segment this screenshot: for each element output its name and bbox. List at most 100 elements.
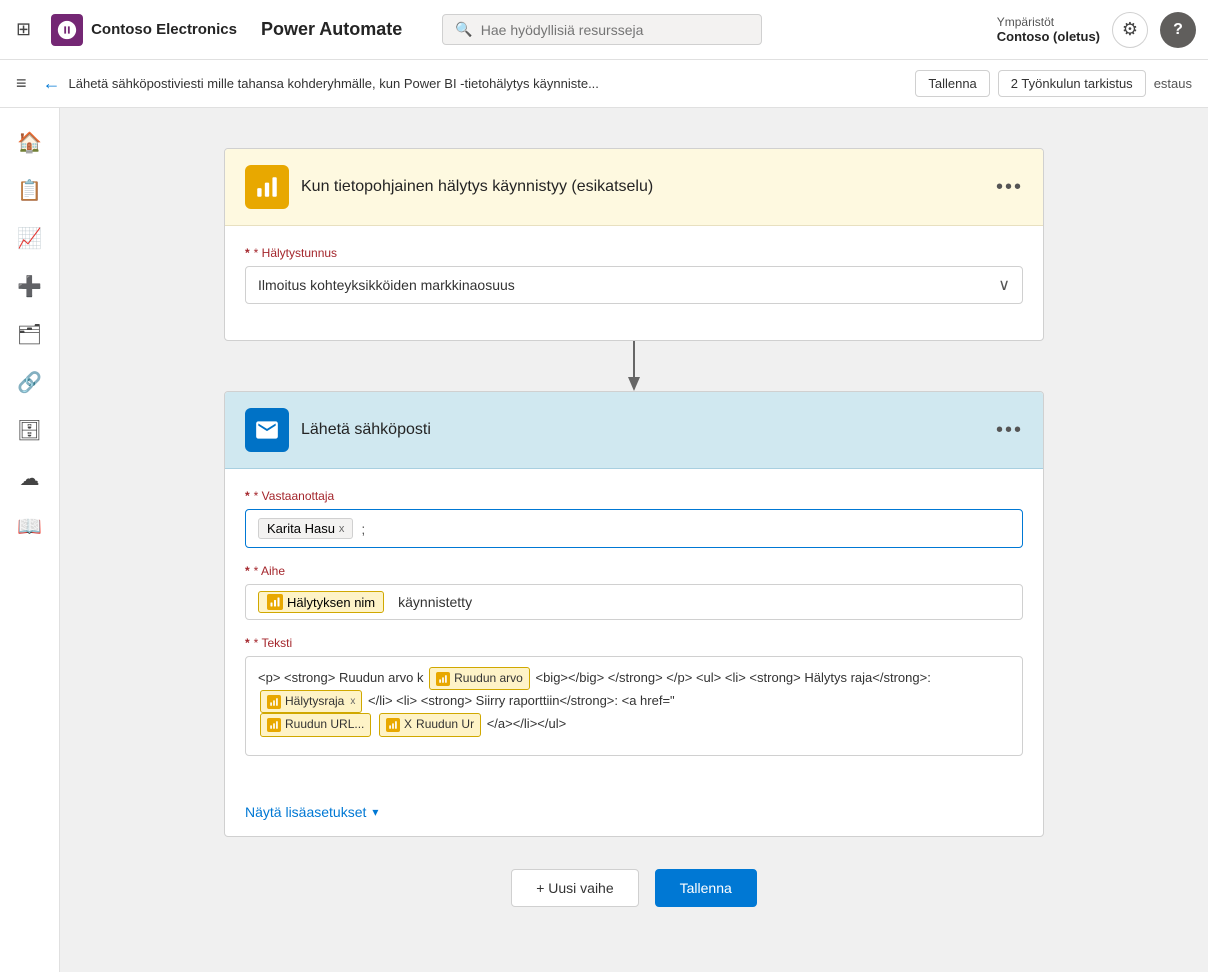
bottom-actions: + Uusi vaihe Tallenna	[511, 869, 757, 907]
power-bi-icon	[254, 174, 280, 200]
tile-url-badge-1: Ruudun URL...	[260, 713, 371, 736]
email-card: Lähetä sähköposti ••• * * Vastaanottaja …	[224, 391, 1044, 837]
flow-connector-arrow	[622, 341, 646, 391]
subject-label: * * Aihe	[245, 564, 1023, 578]
env-name: Contoso (oletus)	[997, 29, 1100, 44]
sidebar-item-data[interactable]: 🗄	[8, 408, 52, 452]
email-card-header: Lähetä sähköposti •••	[225, 392, 1043, 469]
search-icon: 🔍	[455, 21, 472, 38]
sidebar-item-analytics[interactable]: 📈	[8, 216, 52, 260]
settings-button[interactable]: ⚙	[1112, 12, 1148, 48]
tile-value-badge: Ruudun arvo	[429, 667, 530, 690]
badge-icon-4	[386, 718, 400, 732]
show-more-label: Näytä lisäasetukset	[245, 804, 366, 820]
sidebar-item-monitor[interactable]: ☁	[8, 456, 52, 500]
alert-id-label-text: * Hälytystunnus	[254, 246, 337, 260]
alert-threshold-badge[interactable]: Hälytysraja x	[260, 690, 362, 713]
recipient-separator: ;	[361, 521, 365, 537]
trigger-card-title: Kun tietopohjainen hälytys käynnistyy (e…	[301, 178, 984, 196]
back-button[interactable]: ←	[43, 73, 61, 94]
sidebar-item-create[interactable]: ➕	[8, 264, 52, 308]
top-nav: ⊞ Contoso Electronics Power Automate 🔍 Y…	[0, 0, 1208, 60]
nav-logo: Contoso Electronics	[51, 14, 237, 46]
check-button[interactable]: 2 Työnkulun tarkistus	[998, 70, 1146, 97]
subject-input[interactable]: Hälytyksen nim käynnistetty	[245, 584, 1023, 620]
help-button[interactable]: ?	[1160, 12, 1196, 48]
alert-threshold-text: Hälytysraja	[285, 692, 344, 711]
breadcrumb: Lähetä sähköpostiviesti mille tahansa ko…	[69, 76, 908, 91]
recipients-input[interactable]: Karita Hasu x ;	[245, 509, 1023, 548]
subject-badge: Hälytyksen nim	[258, 591, 384, 613]
menu-toggle-button[interactable]: ≡	[16, 73, 27, 94]
show-more-button[interactable]: Näytä lisäasetukset ▾	[225, 792, 1043, 836]
alert-threshold-remove[interactable]: x	[350, 694, 355, 710]
email-card-menu[interactable]: •••	[996, 419, 1023, 442]
tile-url-x: X	[404, 715, 412, 734]
recipient-tag[interactable]: Karita Hasu x	[258, 518, 353, 539]
subject-field-row: * * Aihe Hälytykse	[245, 564, 1023, 620]
recipient-name: Karita Hasu	[267, 521, 335, 536]
check-label: 2 Työnkulun tarkistus	[1011, 76, 1133, 91]
logo-icon	[51, 14, 83, 46]
recipient-remove-button[interactable]: x	[339, 523, 345, 535]
required-star: *	[245, 246, 250, 260]
help-icon: ?	[1173, 21, 1183, 39]
sidebar-item-flows[interactable]: 📋	[8, 168, 52, 212]
toolbar-actions: Tallenna 2 Työnkulun tarkistus estaus	[915, 70, 1192, 97]
recipients-field-row: * * Vastaanottaja Karita Hasu x ;	[245, 489, 1023, 548]
new-step-button[interactable]: + Uusi vaihe	[511, 869, 638, 907]
save-flow-button[interactable]: Tallenna	[655, 869, 757, 907]
email-card-body: * * Vastaanottaja Karita Hasu x ; *	[225, 469, 1043, 792]
trigger-card-menu[interactable]: •••	[996, 176, 1023, 199]
search-box[interactable]: 🔍	[442, 14, 762, 45]
main-content: Kun tietopohjainen hälytys käynnistyy (e…	[60, 108, 1208, 972]
alert-id-label: * * Hälytystunnus	[245, 246, 1023, 260]
tile-url-badge-2: X Ruudun Ur	[379, 713, 481, 736]
sidebar-item-home[interactable]: 🏠	[8, 120, 52, 164]
alert-id-field: * * Hälytystunnus Ilmoitus kohteyksikköi…	[245, 246, 1023, 304]
sidebar-item-connectors[interactable]: 🔗	[8, 360, 52, 404]
alert-id-select[interactable]: Ilmoitus kohteyksikköiden markkinaosuus …	[245, 266, 1023, 304]
grid-icon[interactable]: ⊞	[12, 15, 35, 44]
badge-icon-3	[267, 718, 281, 732]
tile-value-text: Ruudun arvo	[454, 669, 523, 688]
sidebar-item-learn[interactable]: 📖	[8, 504, 52, 548]
email-icon	[245, 408, 289, 452]
nav-right: Ympäristöt Contoso (oletus) ⚙ ?	[997, 12, 1196, 48]
save-label: Tallenna	[928, 76, 976, 91]
badge-icon-svg	[269, 596, 281, 608]
alert-id-value: Ilmoitus kohteyksikköiden markkinaosuus	[258, 277, 998, 293]
body-mid1: <big></big> </strong> </p> <ul> <li> <st…	[535, 670, 930, 685]
tile-url-text-1: Ruudun URL...	[285, 715, 364, 734]
save-button[interactable]: Tallenna	[915, 70, 989, 97]
save-flow-label: Tallenna	[680, 880, 732, 896]
env-label: Ympäristöt	[997, 15, 1054, 29]
trigger-icon	[245, 165, 289, 209]
trigger-card: Kun tietopohjainen hälytys käynnistyy (e…	[224, 148, 1044, 341]
body-mid2: </li> <li> <strong> Siirry raporttiin</s…	[368, 693, 675, 708]
sidebar-item-templates[interactable]: 🗂	[8, 312, 52, 356]
app-name: Power Automate	[261, 19, 402, 40]
chevron-down-icon: ∨	[998, 275, 1010, 295]
tile-url-text-2: Ruudun Ur	[416, 715, 474, 734]
sidebar: 🏠 📋 📈 ➕ 🗂 🔗 🗄 ☁ 📖	[0, 108, 60, 972]
connector-svg	[622, 341, 646, 391]
body-label: * * Teksti	[245, 636, 1023, 650]
trigger-card-body: * * Hälytystunnus Ilmoitus kohteyksikköi…	[225, 226, 1043, 340]
badge-icon-1	[436, 672, 450, 686]
logo-svg	[56, 19, 78, 41]
logo-text: Contoso Electronics	[91, 21, 237, 38]
environment-selector[interactable]: Ympäristöt Contoso (oletus)	[997, 15, 1100, 44]
body-input[interactable]: <p> <strong> Ruudun arvo k Ruudun arvo	[245, 656, 1023, 756]
new-step-label: + Uusi vaihe	[536, 880, 613, 896]
toolbar: ≡ ← Lähetä sähköpostiviesti mille tahans…	[0, 60, 1208, 108]
body-html-start: <p> <strong> Ruudun arvo k	[258, 670, 424, 685]
body-field-row: * * Teksti <p> <strong> Ruudun arvo k	[245, 636, 1023, 756]
mail-icon	[254, 417, 280, 443]
body-end: </a></li></ul>	[487, 716, 567, 731]
settings-icon: ⚙	[1122, 19, 1138, 40]
flow-status: estaus	[1154, 76, 1192, 91]
main-layout: 🏠 📋 📈 ➕ 🗂 🔗 🗄 ☁ 📖 Kun tietopohjainen häl…	[0, 108, 1208, 972]
search-input[interactable]	[481, 22, 750, 38]
badge-icon-2	[267, 695, 281, 709]
